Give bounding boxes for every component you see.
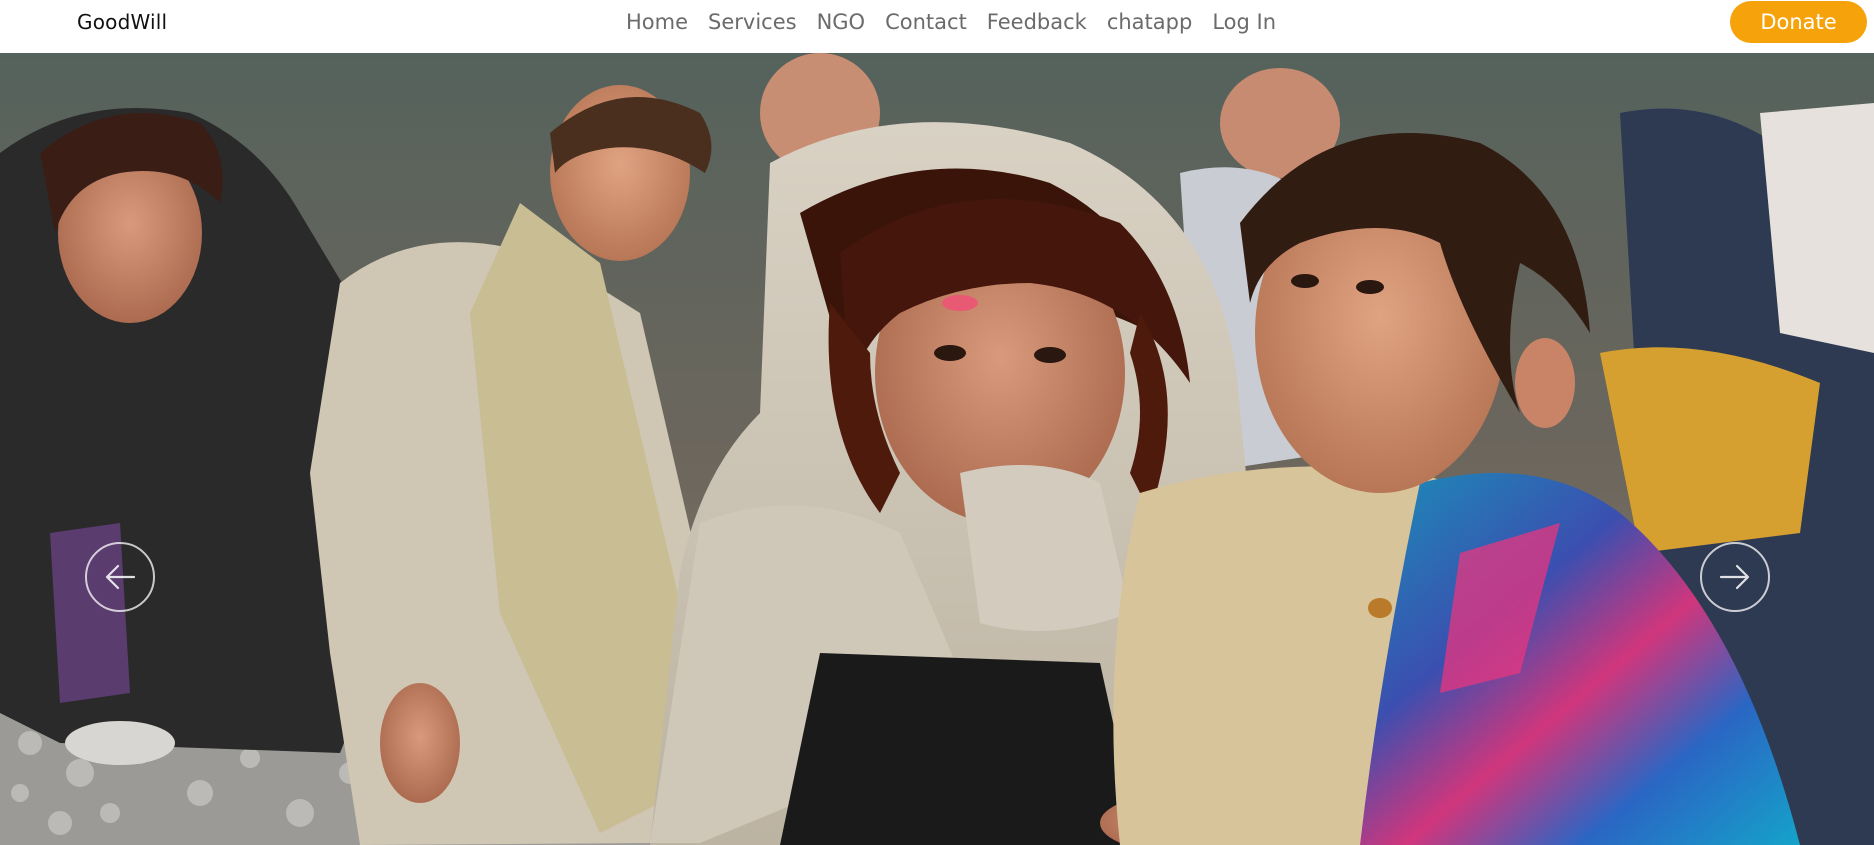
- nav-item-chatapp[interactable]: chatapp: [1107, 10, 1193, 34]
- hero-image: [0, 53, 1874, 845]
- carousel-next-button[interactable]: [1700, 542, 1770, 612]
- nav-item-home[interactable]: Home: [626, 10, 688, 34]
- nav-item-contact[interactable]: Contact: [885, 10, 967, 34]
- nav-item-login[interactable]: Log In: [1212, 10, 1276, 34]
- nav-menu: Home Services NGO Contact Feedback chata…: [626, 10, 1296, 34]
- carousel-prev-button[interactable]: [85, 542, 155, 612]
- brand-logo[interactable]: GoodWill: [77, 10, 167, 34]
- nav-item-ngo[interactable]: NGO: [817, 10, 866, 34]
- arrow-left-icon: [105, 564, 136, 590]
- nav-item-feedback[interactable]: Feedback: [987, 10, 1087, 34]
- arrow-right-icon: [1719, 564, 1750, 590]
- hero-carousel: [0, 53, 1874, 845]
- donate-button[interactable]: Donate: [1730, 1, 1867, 43]
- top-navbar: GoodWill Home Services NGO Contact Feedb…: [0, 0, 1874, 53]
- nav-item-services[interactable]: Services: [708, 10, 797, 34]
